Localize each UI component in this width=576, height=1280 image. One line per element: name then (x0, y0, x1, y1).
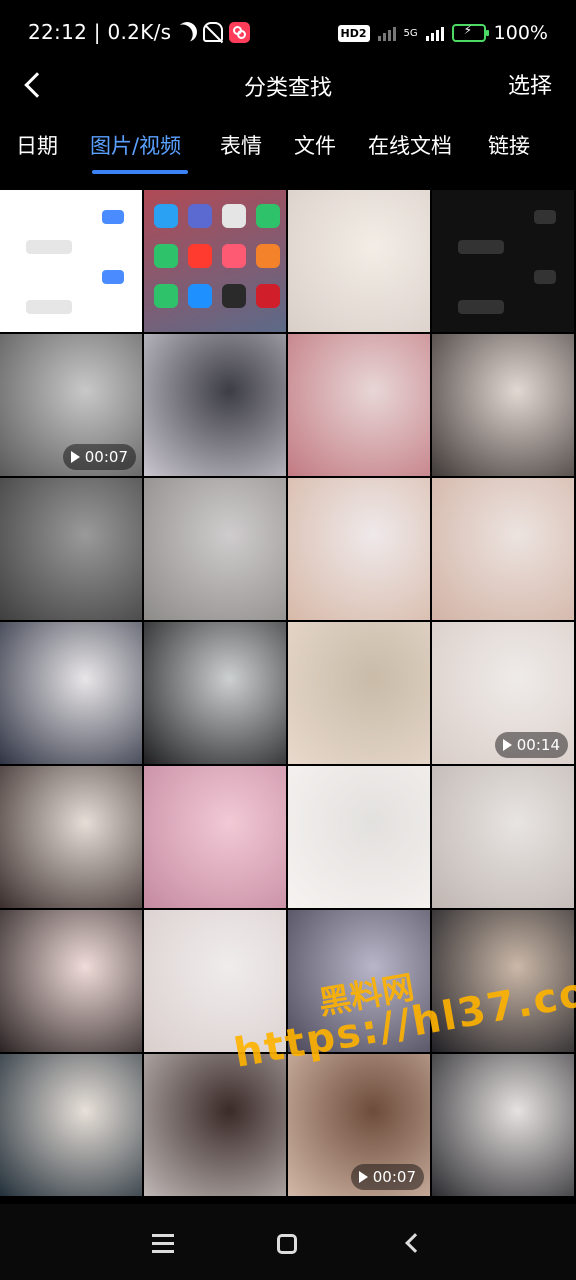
tab-links[interactable]: 链接 (488, 130, 530, 160)
app-icon (256, 284, 280, 308)
media-thumbnail-video[interactable]: 00:07 (288, 1054, 430, 1196)
media-thumbnail[interactable] (288, 478, 430, 620)
network-type: 5G (403, 27, 418, 39)
active-tab-indicator (92, 170, 188, 174)
video-duration: 00:07 (372, 1168, 416, 1186)
status-left: 22:12 | 0.2K/s (28, 18, 251, 45)
app-icon (222, 284, 246, 308)
recents-menu-icon[interactable] (152, 1234, 174, 1253)
moon-icon (174, 18, 201, 45)
chat-bubble (102, 210, 124, 224)
play-icon (70, 451, 80, 463)
status-time-speed: 22:12 | 0.2K/s (28, 20, 172, 44)
media-thumbnail[interactable] (432, 190, 574, 332)
chat-bubble (534, 270, 556, 284)
chat-bubble (458, 240, 504, 254)
status-right: HD2 5G 100% (337, 22, 548, 44)
media-thumbnail[interactable] (288, 190, 430, 332)
app-icon (188, 284, 212, 308)
app-icon (188, 204, 212, 228)
nav-back-icon[interactable] (405, 1233, 425, 1253)
media-thumbnail[interactable] (0, 766, 142, 908)
video-duration-badge: 00:07 (350, 1164, 424, 1190)
media-thumbnail[interactable] (0, 478, 142, 620)
chat-bubble (26, 240, 72, 254)
play-icon (502, 739, 512, 751)
app-icon (256, 204, 280, 228)
play-icon (358, 1171, 368, 1183)
tab-date[interactable]: 日期 (16, 130, 58, 160)
media-thumbnail[interactable] (0, 910, 142, 1052)
chat-bubble (102, 270, 124, 284)
signal-icon-sim1 (377, 25, 396, 41)
video-duration-badge: 00:14 (494, 732, 568, 758)
app-icon (222, 244, 246, 268)
app-icon (188, 244, 212, 268)
media-thumbnail-video[interactable]: 00:07 (0, 334, 142, 476)
media-thumbnail[interactable] (144, 1054, 286, 1196)
page-title: 分类查找 (243, 76, 332, 101)
app-icon (154, 244, 178, 268)
signal-icon-sim2 (425, 25, 444, 41)
tab-stickers[interactable]: 表情 (220, 130, 262, 160)
media-thumbnail[interactable] (288, 766, 430, 908)
media-thumbnail[interactable] (288, 622, 430, 764)
media-thumbnail[interactable] (144, 622, 286, 764)
video-duration: 00:07 (84, 448, 128, 466)
hd-badge: HD2 (337, 24, 370, 42)
status-bar: 22:12 | 0.2K/s HD2 5G 100% (0, 0, 576, 66)
media-thumbnail[interactable] (144, 766, 286, 908)
battery-icon (451, 24, 489, 42)
video-duration-badge: 00:07 (62, 444, 136, 470)
media-thumbnail[interactable] (432, 334, 574, 476)
media-thumbnail[interactable] (0, 190, 142, 332)
video-duration: 00:14 (516, 736, 560, 754)
title-bar: 分类查找 选择 (0, 58, 576, 110)
tab-images-videos[interactable]: 图片/视频 (90, 130, 181, 160)
media-thumbnail[interactable] (0, 1054, 142, 1196)
tab-files[interactable]: 文件 (294, 130, 336, 160)
category-tabs: 日期 图片/视频 表情 文件 在线文档 链接 (0, 124, 576, 180)
home-icon[interactable] (277, 1234, 297, 1254)
app-notification-icon (229, 21, 251, 43)
network-label: 5G (403, 27, 418, 39)
bell-muted-icon (203, 22, 224, 42)
media-thumbnail[interactable] (144, 190, 286, 332)
media-thumbnail[interactable] (432, 478, 574, 620)
media-thumbnail[interactable] (144, 478, 286, 620)
app-icon (256, 244, 280, 268)
media-thumbnail[interactable] (288, 334, 430, 476)
media-thumbnail[interactable] (0, 622, 142, 764)
media-thumbnail-video[interactable]: 00:14 (432, 622, 574, 764)
chat-bubble (458, 300, 504, 314)
tab-online-docs[interactable]: 在线文档 (368, 130, 452, 160)
system-nav-bar (0, 1204, 576, 1280)
app-icon (154, 204, 178, 228)
chat-bubble (26, 300, 72, 314)
app-icon (222, 204, 246, 228)
select-button[interactable]: 选择 (508, 68, 552, 100)
app-icon (154, 284, 178, 308)
media-thumbnail[interactable] (432, 1054, 574, 1196)
chat-bubble (534, 210, 556, 224)
media-thumbnail[interactable] (432, 766, 574, 908)
media-thumbnail[interactable] (144, 334, 286, 476)
battery-level: 100% (493, 22, 548, 44)
